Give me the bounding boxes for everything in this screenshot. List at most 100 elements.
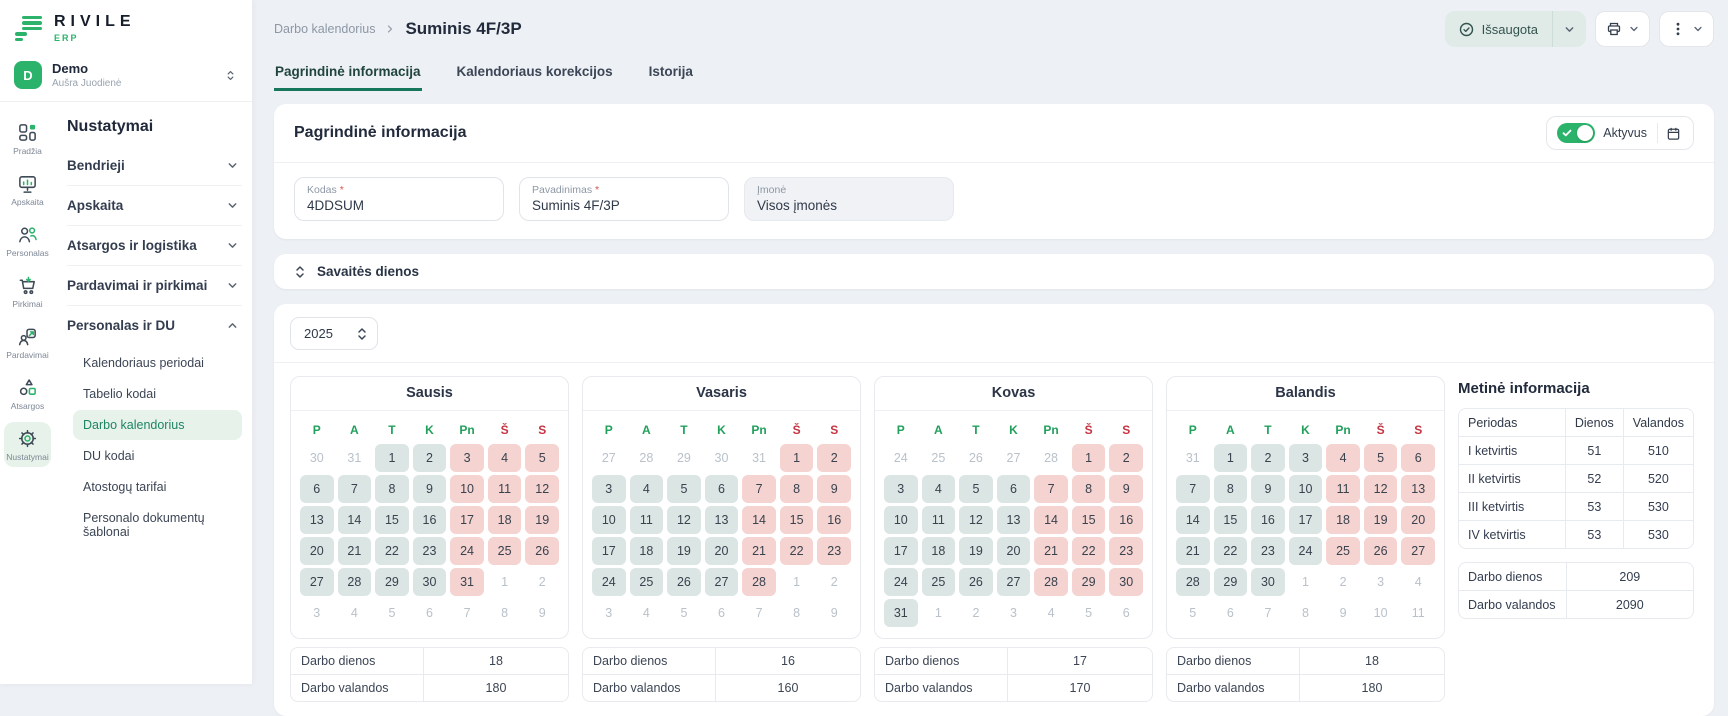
sidebar-item-tabelio-kodai[interactable]: Tabelio kodai [73,379,242,409]
day-cell-workday[interactable]: 13 [705,506,739,534]
day-cell-restday[interactable]: 23 [817,537,851,565]
weekday-header[interactable]: Pn [450,419,484,441]
sidebar-item-personalo-dokumentų-šablonai[interactable]: Personalo dokumentų šablonai [73,503,242,547]
day-cell-restday[interactable]: 21 [1034,537,1068,565]
day-cell-workday[interactable]: 16 [413,506,447,534]
day-cell-workday[interactable]: 23 [1251,537,1285,565]
day-cell-restday[interactable]: 14 [742,506,776,534]
day-cell-workday[interactable]: 8 [375,475,409,503]
day-cell-workday[interactable]: 30 [413,568,447,596]
weekday-header[interactable]: T [375,419,409,441]
day-cell-restday[interactable]: 11 [488,475,522,503]
day-cell-workday[interactable]: 26 [959,568,993,596]
menu-group-2[interactable]: Apskaita [67,186,242,225]
day-cell-workday[interactable]: 12 [959,506,993,534]
day-cell-workday[interactable]: 6 [300,475,334,503]
rail-item-nustatymai[interactable]: Nustatymai [4,422,51,467]
day-cell-workday[interactable]: 11 [630,506,664,534]
menu-group-4[interactable]: Pardavimai ir pirkimai [67,266,242,305]
day-cell-workday[interactable]: 10 [1289,475,1323,503]
day-cell-workday[interactable]: 27 [300,568,334,596]
day-cell-workday[interactable]: 20 [997,537,1031,565]
day-cell-workday[interactable]: 2 [1251,444,1285,472]
day-cell-workday[interactable]: 4 [630,475,664,503]
day-cell-restday[interactable]: 23 [1109,537,1143,565]
day-cell-workday[interactable]: 17 [884,537,918,565]
day-cell-restday[interactable]: 4 [488,444,522,472]
day-cell-restday[interactable]: 18 [1326,506,1360,534]
day-cell-restday[interactable]: 22 [1072,537,1106,565]
day-cell-workday[interactable]: 1 [375,444,409,472]
day-cell-restday[interactable]: 12 [1364,475,1398,503]
rail-item-personalas[interactable]: Personalas [4,218,51,263]
day-cell-workday[interactable]: 9 [1251,475,1285,503]
day-cell-workday[interactable]: 25 [630,568,664,596]
day-cell-restday[interactable]: 7 [1034,475,1068,503]
rail-item-pirkimai[interactable]: Pirkimai [4,269,51,314]
account-switcher[interactable]: D Demo Aušra Juodienė [12,53,240,101]
field-pavadinimas[interactable]: Pavadinimas *Suminis 4F/3P [519,177,729,221]
day-cell-restday[interactable]: 17 [450,506,484,534]
weekday-header[interactable]: K [705,419,739,441]
weekday-header[interactable]: Pn [742,419,776,441]
sidebar-item-du-kodai[interactable]: DU kodai [73,441,242,471]
menu-group-3[interactable]: Atsargos ir logistika [67,226,242,265]
day-cell-workday[interactable]: 21 [338,537,372,565]
day-cell-workday[interactable]: 17 [592,537,626,565]
day-cell-restday[interactable]: 22 [780,537,814,565]
day-cell-workday[interactable]: 29 [375,568,409,596]
day-cell-restday[interactable]: 16 [817,506,851,534]
day-cell-workday[interactable]: 7 [1176,475,1210,503]
sidebar-item-kalendoriaus-periodai[interactable]: Kalendoriaus periodai [73,348,242,378]
day-cell-workday[interactable]: 3 [884,475,918,503]
day-cell-workday[interactable]: 9 [413,475,447,503]
tab-kalendoriaus-korekcijos[interactable]: Kalendoriaus korekcijos [456,58,614,91]
day-cell-restday[interactable]: 10 [450,475,484,503]
day-cell-restday[interactable]: 8 [780,475,814,503]
day-cell-workday[interactable]: 23 [413,537,447,565]
day-cell-workday[interactable]: 21 [1176,537,1210,565]
day-cell-restday[interactable]: 29 [1072,568,1106,596]
day-cell-workday[interactable]: 30 [1251,568,1285,596]
tab-pagrindin-informacija[interactable]: Pagrindinė informacija [274,58,422,91]
day-cell-workday[interactable]: 12 [667,506,701,534]
day-cell-workday[interactable]: 25 [922,568,956,596]
day-cell-workday[interactable]: 1 [1214,444,1248,472]
day-cell-workday[interactable]: 14 [1176,506,1210,534]
weekday-header[interactable]: K [997,419,1031,441]
day-cell-workday[interactable]: 8 [1214,475,1248,503]
day-cell-restday[interactable]: 13 [1401,475,1435,503]
day-cell-restday[interactable]: 26 [525,537,559,565]
sidebar-item-darbo-kalendorius[interactable]: Darbo kalendorius [73,410,242,440]
day-cell-workday[interactable]: 26 [667,568,701,596]
day-cell-workday[interactable]: 22 [1214,537,1248,565]
weekday-header[interactable]: A [922,419,956,441]
day-cell-restday[interactable]: 3 [450,444,484,472]
weekday-header[interactable]: Š [1072,419,1106,441]
weekday-header[interactable]: Š [780,419,814,441]
day-cell-workday[interactable]: 22 [375,537,409,565]
weekday-header[interactable]: T [1251,419,1285,441]
day-cell-workday[interactable]: 24 [884,568,918,596]
day-cell-workday[interactable]: 13 [300,506,334,534]
day-cell-workday[interactable]: 13 [997,506,1031,534]
day-cell-workday[interactable]: 3 [592,475,626,503]
day-cell-restday[interactable]: 7 [742,475,776,503]
day-cell-workday[interactable]: 7 [338,475,372,503]
day-cell-restday[interactable]: 2 [1109,444,1143,472]
day-cell-restday[interactable]: 1 [1072,444,1106,472]
day-cell-workday[interactable]: 24 [1289,537,1323,565]
day-cell-restday[interactable]: 30 [1109,568,1143,596]
day-cell-restday[interactable]: 16 [1109,506,1143,534]
weekday-header[interactable]: S [1401,419,1435,441]
rail-item-pradžia[interactable]: Pradžia [4,116,51,161]
weekday-header[interactable]: P [884,419,918,441]
day-cell-workday[interactable]: 27 [997,568,1031,596]
menu-group-5[interactable]: Personalas ir DU [67,306,242,345]
day-cell-workday[interactable]: 6 [997,475,1031,503]
day-cell-restday[interactable]: 8 [1072,475,1106,503]
day-cell-restday[interactable]: 28 [1034,568,1068,596]
weekday-header[interactable]: K [413,419,447,441]
day-cell-workday[interactable]: 5 [667,475,701,503]
weekday-header[interactable]: P [300,419,334,441]
